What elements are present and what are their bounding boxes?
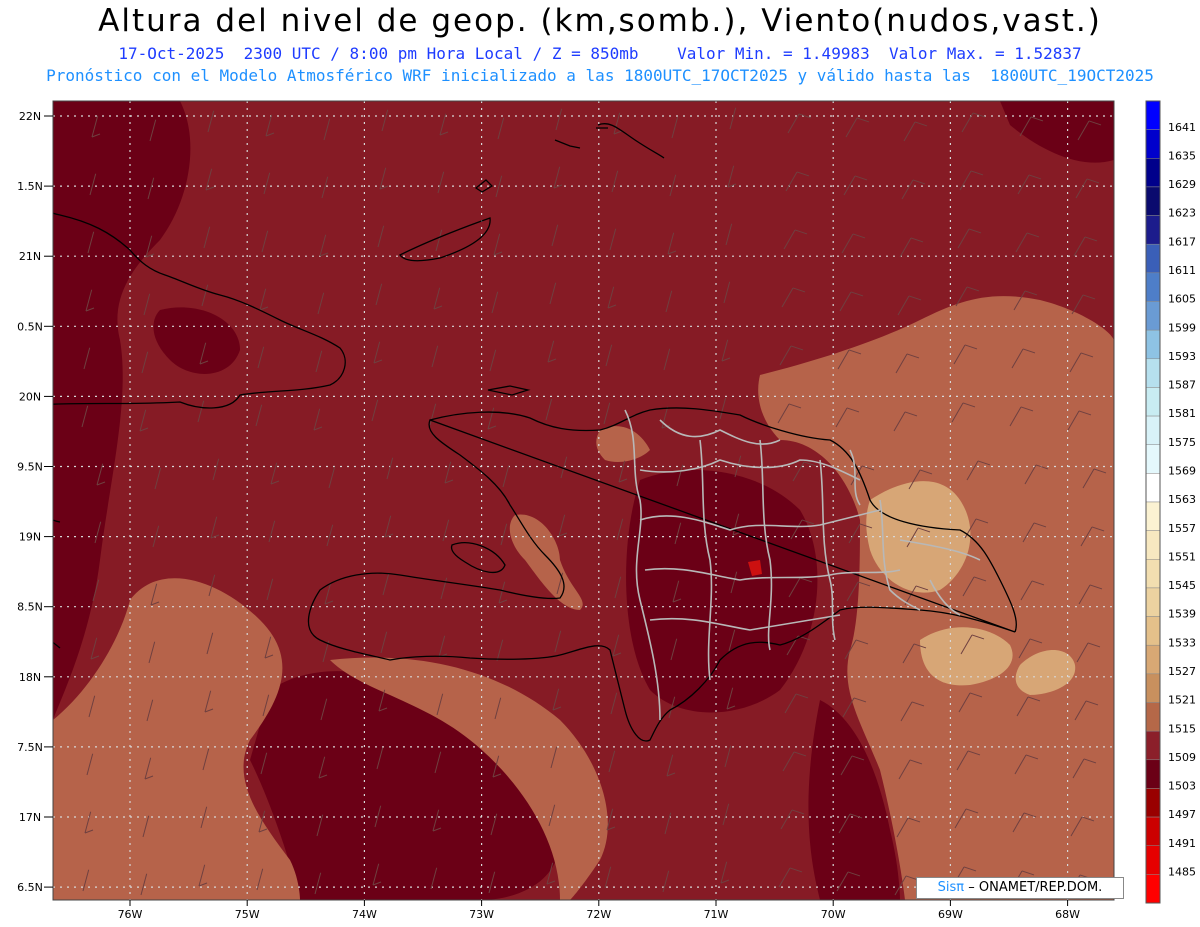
longitude-label: 73W <box>469 908 494 921</box>
colorbar-swatch <box>1145 272 1161 302</box>
colorbar-swatch <box>1145 530 1161 560</box>
longitude-label: 74W <box>352 908 377 921</box>
colorbar-swatch <box>1145 473 1161 503</box>
longitude-label: 69W <box>938 908 963 921</box>
latitude-label: 6.5N <box>17 881 43 894</box>
colorbar-swatch <box>1145 301 1161 331</box>
colorbar-swatch <box>1145 387 1161 417</box>
colorbar-swatch <box>1145 702 1161 732</box>
colorbar-swatch <box>1145 845 1161 875</box>
latitude-labels: 22N 1.5N 21N 0.5N 20N 9.5N 19N 8.5N 18N 7.5N 17N 6.… <box>17 110 53 894</box>
colorbar-swatch <box>1145 587 1161 617</box>
colorbar-level-label: 1485 <box>1168 865 1196 878</box>
latitude-label: 8.5N <box>17 601 43 614</box>
color-scale-bar: 1641 1635 1629 1623 1617 1611 1605 1599 1593 1587… <box>1145 100 1196 904</box>
map-area <box>53 101 1114 900</box>
colorbar-swatch <box>1145 215 1161 245</box>
colorbar-level-label: 1593 <box>1168 350 1196 363</box>
longitude-label: 76W <box>118 908 143 921</box>
colorbar-level-label: 1587 <box>1168 379 1196 392</box>
credit-brand: Sisπ <box>937 880 965 895</box>
credit-box: Sisπ – ONAMET/REP.DOM. <box>916 877 1124 899</box>
forecast-map: 22N 1.5N 21N 0.5N 20N 9.5N 19N 8.5N 18N 7.5N 17N 6.… <box>17 100 1196 921</box>
colorbar-swatch <box>1145 186 1161 216</box>
colorbar-level-label: 1533 <box>1168 636 1196 649</box>
colorbar-level-label: 1581 <box>1168 407 1196 420</box>
longitude-label: 70W <box>821 908 846 921</box>
colorbar-level-label: 1503 <box>1168 780 1196 793</box>
colorbar-swatch <box>1145 730 1161 761</box>
colorbar-swatch <box>1145 129 1161 159</box>
colorbar-swatch <box>1145 788 1161 818</box>
colorbar-level-label: 1545 <box>1168 579 1196 592</box>
colorbar-level-label: 1551 <box>1168 550 1196 563</box>
colorbar-level-label: 1575 <box>1168 436 1196 449</box>
latitude-label: 7.5N <box>17 741 43 754</box>
longitude-label: 71W <box>704 908 729 921</box>
colorbar-level-label: 1509 <box>1168 751 1196 764</box>
colorbar-swatch <box>1145 874 1161 904</box>
latitude-label: 18N <box>19 671 41 684</box>
longitude-label: 75W <box>235 908 260 921</box>
colorbar-level-label: 1611 <box>1168 264 1196 277</box>
geopotential-field-low-island <box>626 470 818 713</box>
colorbar-level-label: 1635 <box>1168 149 1196 162</box>
colorbar-swatch <box>1145 501 1161 531</box>
latitude-label: 22N <box>19 110 41 123</box>
colorbar-level-label: 1599 <box>1168 321 1196 334</box>
longitude-labels: 76W 75W 74W 73W 72W 71W 70W 69W 68W <box>118 900 1080 921</box>
colorbar-level-label: 1629 <box>1168 178 1196 191</box>
colorbar-level-label: 1569 <box>1168 464 1196 477</box>
colorbar-level-label: 1539 <box>1168 608 1196 621</box>
colorbar-level-label: 1515 <box>1168 722 1196 735</box>
colorbar-swatch <box>1145 329 1161 360</box>
colorbar-level-label: 1605 <box>1168 293 1196 306</box>
colorbar-swatch <box>1145 158 1161 188</box>
credit-text: – ONAMET/REP.DOM. <box>968 880 1103 895</box>
colorbar-swatch <box>1145 816 1161 846</box>
colorbar-level-label: 1563 <box>1168 493 1196 506</box>
colorbar-level-label: 1491 <box>1168 837 1196 850</box>
colorbar-swatch <box>1145 243 1161 274</box>
colorbar-swatch <box>1145 644 1161 675</box>
colorbar-level-label: 1641 <box>1168 121 1196 134</box>
colorbar-swatch <box>1145 759 1161 789</box>
colorbar-swatch <box>1145 415 1161 445</box>
longitude-label: 68W <box>1055 908 1080 921</box>
colorbar-swatch <box>1145 100 1161 130</box>
latitude-label: 21N <box>19 250 41 263</box>
colorbar-level-label: 1497 <box>1168 808 1196 821</box>
latitude-label: 1.5N <box>17 180 43 193</box>
colorbar-level-label: 1557 <box>1168 522 1196 535</box>
colorbar-swatch <box>1145 616 1161 646</box>
latitude-label: 20N <box>19 390 41 403</box>
latitude-label: 17N <box>19 811 41 824</box>
longitude-label: 72W <box>586 908 611 921</box>
colorbar-level-label: 1623 <box>1168 207 1196 220</box>
latitude-label: 19N <box>19 531 41 544</box>
latitude-label: 9.5N <box>17 461 43 474</box>
colorbar-swatch <box>1145 559 1161 589</box>
latitude-label: 0.5N <box>17 320 43 333</box>
colorbar-swatch <box>1145 673 1161 703</box>
colorbar-level-label: 1617 <box>1168 235 1196 248</box>
colorbar-swatch <box>1145 444 1161 474</box>
colorbar-swatch <box>1145 358 1161 388</box>
colorbar-level-label: 1521 <box>1168 694 1196 707</box>
colorbar-level-label: 1527 <box>1168 665 1196 678</box>
